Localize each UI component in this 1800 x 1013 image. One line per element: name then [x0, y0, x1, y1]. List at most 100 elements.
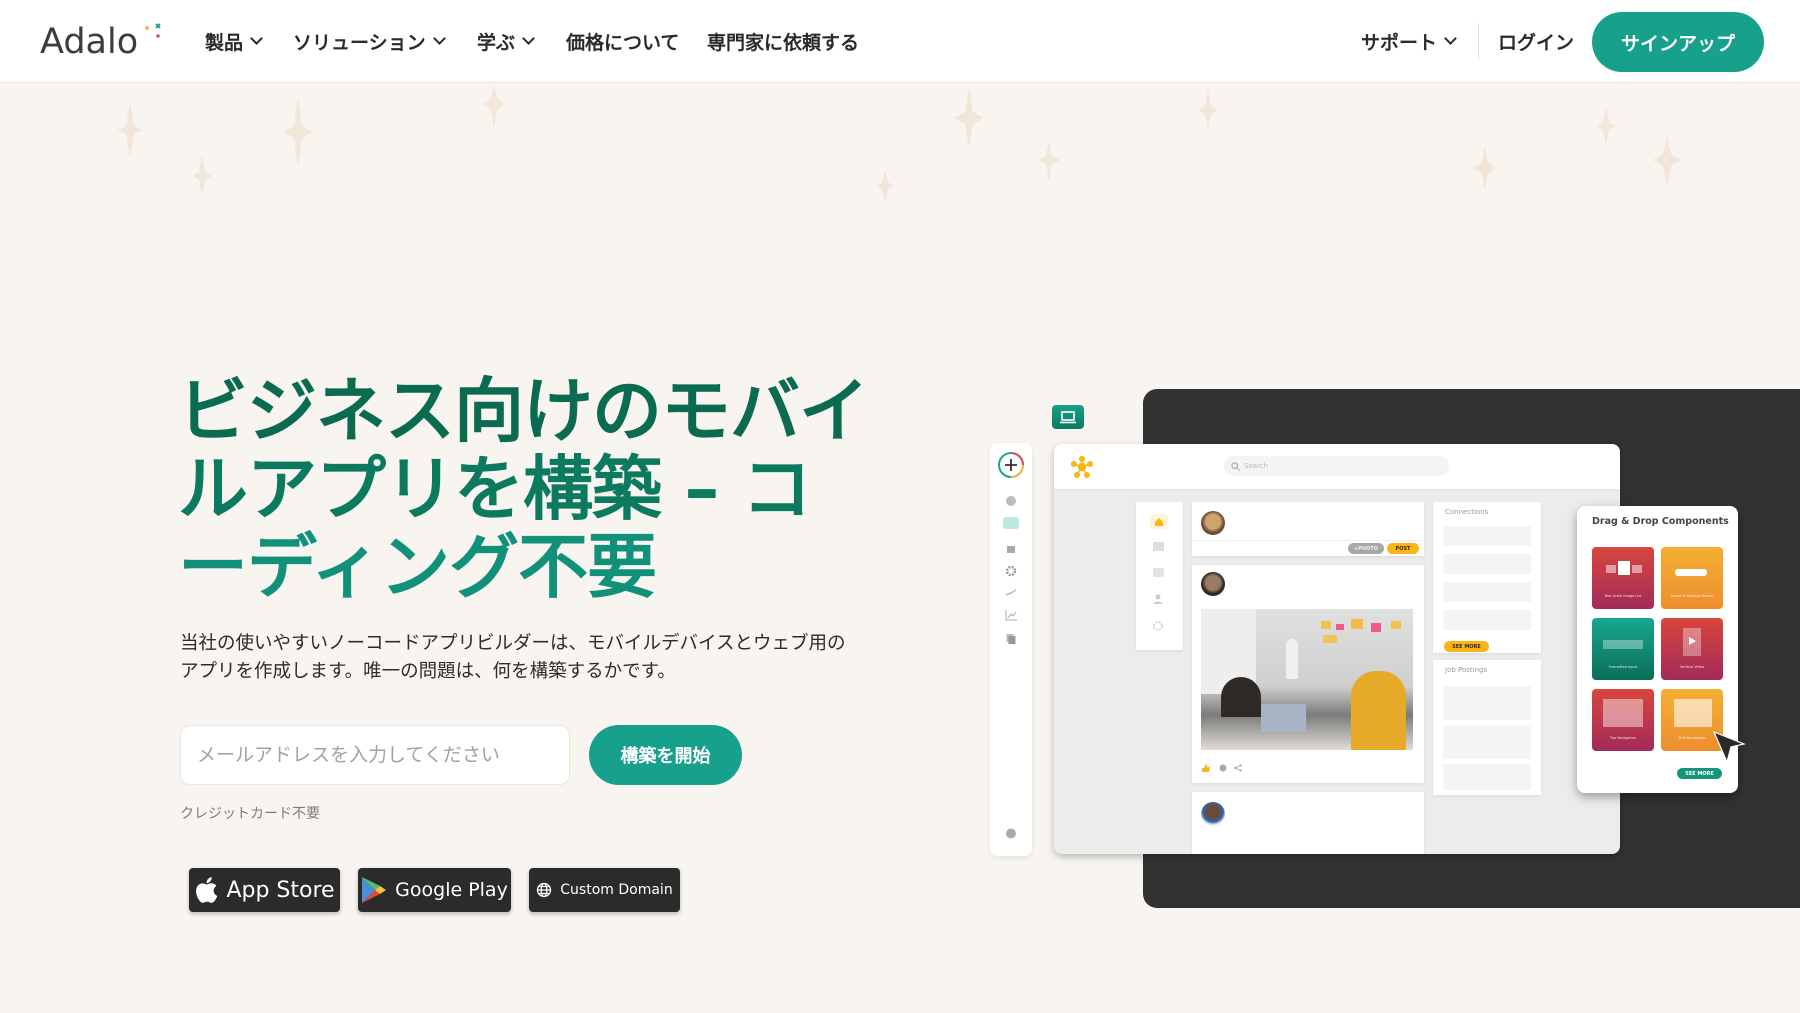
- lock-icon[interactable]: [1006, 541, 1016, 553]
- component-tile[interactable]: Vertical Video: [1661, 618, 1723, 680]
- share-icon[interactable]: [1234, 764, 1242, 772]
- help-icon[interactable]: [1006, 828, 1017, 839]
- home-icon[interactable]: [1150, 514, 1168, 529]
- nav-products[interactable]: 製品: [205, 27, 263, 55]
- copy-icon[interactable]: [1006, 633, 1017, 645]
- chevron-down-icon: [432, 32, 446, 45]
- add-photo-button[interactable]: +PHOTO: [1348, 543, 1384, 554]
- chevron-down-icon: [522, 32, 535, 45]
- settings-icon[interactable]: [1152, 620, 1164, 632]
- component-tile-label: Vertical Video: [1679, 665, 1705, 669]
- app-search-placeholder: Search: [1244, 462, 1269, 470]
- component-tile-label: Image & Shadow Button: [1670, 594, 1714, 598]
- job-postings-card: Job Postings: [1433, 660, 1541, 795]
- login-label: ログイン: [1498, 31, 1575, 54]
- sparkle-icon: [1198, 90, 1218, 130]
- globe-icon: [536, 882, 552, 898]
- sparkle-icon: [876, 170, 894, 204]
- app-preview-window: Search +PHOTO POST Connections SEE MORE …: [1054, 444, 1620, 854]
- nav-pricing[interactable]: 価格について: [566, 27, 679, 55]
- sparkle-icon: [483, 84, 505, 128]
- nav-hire-expert-label: 専門家に依頼する: [707, 31, 860, 54]
- component-tile-label: Formatted Input: [1608, 665, 1638, 669]
- post-photo: [1201, 609, 1413, 750]
- no-credit-card-note: クレジットカード不要: [180, 806, 320, 822]
- start-building-button[interactable]: 構築を開始: [589, 725, 742, 785]
- component-tile[interactable]: Image & Shadow Button: [1661, 547, 1723, 609]
- profile-icon[interactable]: [1152, 594, 1164, 605]
- headline-line-1: ビジネス向けのモバイ: [178, 370, 869, 452]
- component-tile[interactable]: Formatted Input: [1592, 618, 1654, 680]
- nav-hire-expert[interactable]: 専門家に依頼する: [707, 27, 859, 55]
- palette-icon[interactable]: [1005, 495, 1017, 507]
- like-icon[interactable]: [1201, 764, 1210, 772]
- component-tile[interactable]: Tear-Scale Image List: [1592, 547, 1654, 609]
- connections-title: Connections: [1445, 508, 1489, 516]
- app-store-label: App Store: [226, 877, 335, 903]
- app-search-input[interactable]: Search: [1224, 456, 1449, 476]
- app-logo-icon: [1071, 456, 1093, 478]
- chevron-down-icon: [1444, 32, 1457, 45]
- nav-solutions-label: ソリューション: [293, 31, 426, 54]
- nav-learn-label: 学ぶ: [477, 31, 516, 54]
- app-side-nav: [1136, 502, 1183, 650]
- publish-icon[interactable]: [1005, 589, 1017, 597]
- sparkle-icon: [1474, 146, 1496, 190]
- hero-headline: ビジネス向けのモバイ ルアプリを構築 – コ ーディング不要: [178, 370, 869, 606]
- nav-divider: [1478, 23, 1479, 59]
- sparkle-icon: [1596, 106, 1616, 146]
- messages-icon[interactable]: [1153, 542, 1164, 551]
- post-card: [1192, 792, 1424, 854]
- nav-support[interactable]: サポート: [1361, 27, 1457, 55]
- briefcase-icon[interactable]: [1153, 568, 1164, 577]
- google-play-badge[interactable]: Google Play: [358, 868, 511, 912]
- drag-drop-title: Drag & Drop Components: [1592, 516, 1729, 527]
- post-button[interactable]: POST: [1387, 543, 1419, 554]
- email-input[interactable]: [180, 725, 570, 785]
- signup-button[interactable]: サインアップ: [1592, 12, 1764, 72]
- user-avatar: [1201, 511, 1225, 535]
- google-play-icon: [361, 876, 387, 904]
- sparkles-decoration: [117, 84, 1681, 204]
- analytics-icon[interactable]: [1005, 610, 1017, 621]
- screens-icon[interactable]: [1003, 517, 1019, 529]
- google-play-label: Google Play: [395, 879, 508, 901]
- photo-post-card: [1192, 565, 1424, 783]
- nav-products-label: 製品: [205, 31, 244, 54]
- logo-text: Adalo: [40, 22, 139, 62]
- nav-solutions[interactable]: ソリューション: [293, 27, 446, 55]
- sparkle-icon: [1038, 140, 1060, 182]
- logo-sparkle-icon: [145, 23, 161, 38]
- sparkle-icon: [117, 102, 143, 158]
- search-icon: [1231, 461, 1240, 471]
- see-more-components-button[interactable]: SEE MORE: [1677, 768, 1722, 779]
- app-store-badge[interactable]: App Store: [189, 868, 340, 912]
- connections-card: Connections SEE MORE: [1433, 502, 1541, 653]
- sparkle-icon: [192, 154, 212, 196]
- nav-support-label: サポート: [1361, 31, 1438, 54]
- add-component-icon[interactable]: [997, 451, 1025, 479]
- laptop-icon: [1052, 405, 1084, 429]
- user-avatar: [1201, 572, 1225, 596]
- component-tile[interactable]: Top Navigation: [1592, 689, 1654, 751]
- sparkle-icon: [1653, 134, 1681, 188]
- top-navigation: Adalo 製品 ソリューション 学ぶ 価格について 専門家に依頼する サポート…: [0, 0, 1800, 83]
- chevron-down-icon: [250, 32, 263, 45]
- sparkle-icon: [283, 96, 313, 168]
- login-link[interactable]: ログイン: [1498, 27, 1574, 55]
- builder-toolbar: [990, 443, 1032, 856]
- component-tile-label: Tear-Scale Image List: [1604, 594, 1642, 598]
- settings-gear-icon[interactable]: [1005, 565, 1017, 577]
- custom-domain-label: Custom Domain: [560, 882, 673, 898]
- comment-icon[interactable]: [1219, 764, 1227, 772]
- post-composer-card: +PHOTO POST: [1192, 502, 1424, 556]
- headline-line-2: ルアプリを構築 – コ: [178, 448, 812, 530]
- custom-domain-badge[interactable]: Custom Domain: [529, 868, 680, 912]
- apple-icon: [194, 876, 218, 904]
- see-more-connections-button[interactable]: SEE MORE: [1444, 641, 1489, 652]
- adalo-logo[interactable]: Adalo: [40, 22, 138, 62]
- nav-learn[interactable]: 学ぶ: [477, 27, 535, 55]
- job-postings-title: Job Postings: [1445, 666, 1488, 674]
- nav-pricing-label: 価格について: [566, 31, 680, 54]
- mouse-cursor-icon: [1712, 730, 1746, 764]
